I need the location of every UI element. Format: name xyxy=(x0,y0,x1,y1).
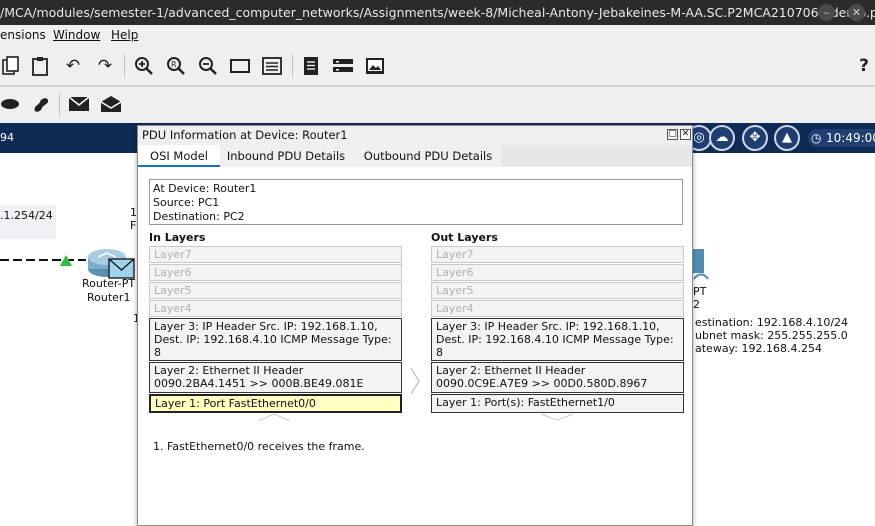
out-layer-4[interactable]: Layer4 xyxy=(431,300,684,317)
step-description: 1. FastEthernet0/0 receives the frame. xyxy=(153,440,365,453)
undo-icon[interactable]: ↶ xyxy=(62,55,84,77)
network-device-icon[interactable] xyxy=(332,55,354,77)
background-image-icon[interactable]: ▲ xyxy=(774,125,800,151)
main-toolbar: ↶ ↷ R ? xyxy=(0,46,875,86)
in-layers-heading: In Layers xyxy=(149,231,206,244)
tab-inbound-pdu-details[interactable]: Inbound PDU Details xyxy=(220,145,352,167)
workspace-address-label: 94 xyxy=(0,131,14,144)
in-layer-6[interactable]: Layer6 xyxy=(149,264,402,281)
zoom-out-icon[interactable] xyxy=(197,55,219,77)
device-label: At Device: Router1 xyxy=(153,182,257,195)
freeform-draw-icon[interactable] xyxy=(30,93,52,115)
menu-help[interactable]: Help xyxy=(111,25,138,46)
toolbar-separator xyxy=(59,93,60,117)
clock-display: ◷ 10:49:00 xyxy=(808,129,875,147)
image-viewer-icon[interactable] xyxy=(364,55,386,77)
pc-destination-label: estination: 192.168.4.10/24 xyxy=(695,316,849,329)
out-layers-heading: Out Layers xyxy=(431,231,498,244)
source-label: Source: PC1 xyxy=(153,196,220,209)
out-layer-6[interactable]: Layer6 xyxy=(431,264,684,281)
zoom-reset-icon[interactable]: R xyxy=(165,55,187,77)
secondary-toolbar xyxy=(0,87,875,123)
router-model-label: Router-PT xyxy=(82,277,136,290)
move-icon[interactable]: ✥ xyxy=(742,125,768,151)
in-layer-1[interactable]: Layer 1: Port FastEthernet0/0 xyxy=(149,394,402,413)
pc-subnet-label: ubnet mask: 255.255.255.0 xyxy=(695,329,848,342)
in-layer-2[interactable]: Layer 2: Ethernet II Header 0090.2BA4.14… xyxy=(149,362,402,393)
copy-icon[interactable] xyxy=(0,55,22,77)
tab-strip-filler xyxy=(502,145,692,167)
out-layers-down-arrow-icon xyxy=(541,413,573,421)
toolbar-separator xyxy=(292,54,293,78)
close-window-icon[interactable]: ✕ xyxy=(848,4,865,21)
router-interface-ip: .1.254/24 xyxy=(0,209,53,222)
toolbar-separator xyxy=(124,54,125,78)
device-info-box: At Device: Router1 Source: PC1 Destinati… xyxy=(149,179,683,225)
minimize-icon[interactable]: – xyxy=(818,4,835,21)
document-icon[interactable] xyxy=(300,55,322,77)
out-layer-7[interactable]: Layer7 xyxy=(431,246,684,263)
complex-pdu-icon[interactable] xyxy=(100,93,122,115)
osi-model-panel: At Device: Router1 Source: PC1 Destinati… xyxy=(138,167,692,525)
window-titlebar: /MCA/modules/semester-1/advanced_compute… xyxy=(0,0,875,25)
menu-window[interactable]: Window xyxy=(53,25,100,46)
pc-name-label: 2 xyxy=(693,298,700,311)
hidden-label-1: 1 xyxy=(130,206,137,219)
layer-transfer-arrow-icon xyxy=(410,367,420,395)
window-title: /MCA/modules/semester-1/advanced_compute… xyxy=(0,5,875,20)
serial-link[interactable] xyxy=(0,253,90,269)
zoom-in-icon[interactable] xyxy=(133,55,155,77)
in-layer-4[interactable]: Layer4 xyxy=(149,300,402,317)
in-layer-7[interactable]: Layer7 xyxy=(149,246,402,263)
clock-time: 10:49:00 xyxy=(826,131,875,145)
simple-pdu-icon[interactable] xyxy=(68,93,90,115)
out-layer-2[interactable]: Layer 2: Ethernet II Header 0090.0C9E.A7… xyxy=(431,362,684,393)
in-layer-3[interactable]: Layer 3: IP Header Src. IP: 192.168.1.10… xyxy=(149,318,402,361)
pc-icon[interactable] xyxy=(692,249,712,283)
custom-device-list-icon[interactable] xyxy=(261,55,283,77)
out-layer-5[interactable]: Layer5 xyxy=(431,282,684,299)
svg-text:R: R xyxy=(171,60,177,69)
cloud-add-icon[interactable]: ☁ xyxy=(709,125,735,151)
ellipse-icon[interactable] xyxy=(0,93,22,115)
menu-extensions[interactable]: ensions xyxy=(0,25,46,46)
pc-gateway-label: ateway: 192.168.4.254 xyxy=(695,342,822,355)
tab-osi-model[interactable]: OSI Model xyxy=(138,145,220,167)
out-layer-1[interactable]: Layer 1: Port(s): FastEthernet1/0 xyxy=(431,394,684,413)
in-layer-5[interactable]: Layer5 xyxy=(149,282,402,299)
paste-icon[interactable] xyxy=(29,55,51,77)
in-layers-up-arrow-icon xyxy=(258,413,290,421)
menu-bar: ensions Window Help xyxy=(0,25,875,46)
hidden-label-2: F xyxy=(130,219,137,232)
help-icon[interactable]: ? xyxy=(853,55,875,77)
drawing-rectangle-icon[interactable] xyxy=(229,55,251,77)
out-layer-3[interactable]: Layer 3: IP Header Src. IP: 192.168.1.10… xyxy=(431,318,684,361)
dialog-titlebar: PDU Information at Device: Router1 xyxy=(138,126,692,145)
close-icon[interactable]: ✕ xyxy=(680,129,691,140)
dialog-title: PDU Information at Device: Router1 xyxy=(142,128,348,142)
restore-icon[interactable]: ▢ xyxy=(667,129,678,140)
destination-label: Destination: PC2 xyxy=(153,210,245,223)
pc-model-label: PT xyxy=(693,285,707,298)
clock-icon: ◷ xyxy=(811,131,822,145)
pdu-information-dialog: PDU Information at Device: Router1 ▢ ✕ O… xyxy=(137,125,693,526)
router-name-label: Router1 xyxy=(87,291,131,304)
tab-outbound-pdu-details[interactable]: Outbound PDU Details xyxy=(356,145,500,167)
redo-icon[interactable]: ↷ xyxy=(94,55,116,77)
